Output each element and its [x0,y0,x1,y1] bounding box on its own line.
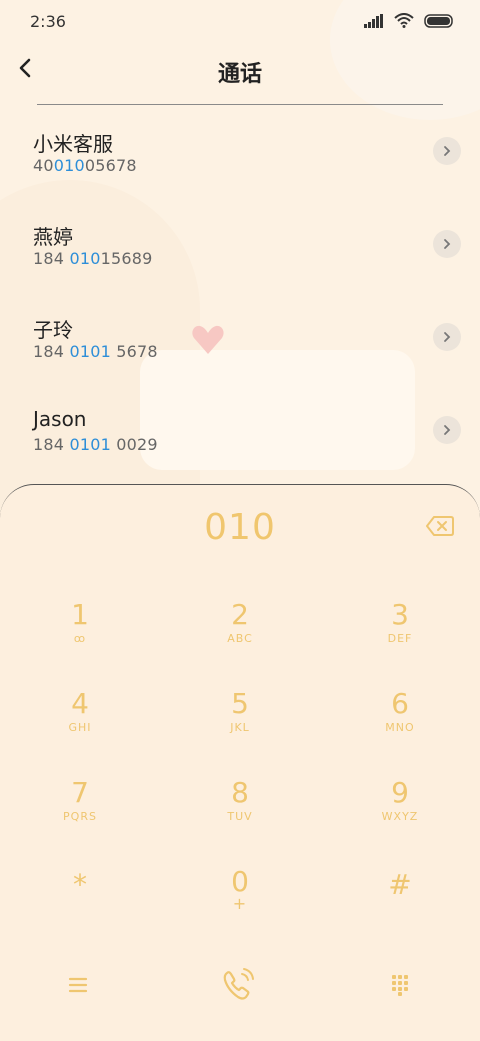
match-highlight: 0101 [69,435,111,454]
contact-detail-button[interactable] [433,323,461,351]
contact-row[interactable]: 小米客服 4001005678 [0,112,480,205]
key-1[interactable]: 1ꝏ [0,599,160,669]
call-button[interactable] [218,965,258,1005]
chevron-right-icon [444,332,451,342]
contact-list: 小米客服 4001005678 燕婷 184 01015689 子玲 184 0… [0,112,480,484]
contact-row[interactable]: Jason 184 0101 0029 [0,391,480,484]
header: 通话 [0,46,480,96]
contact-number: 184 0101 5678 [33,342,158,361]
key-star[interactable]: * [0,869,160,939]
page-title: 通话 [217,62,262,87]
contact-number: 184 01015689 [33,249,153,268]
contact-name: Jason [33,407,87,431]
contact-name: 燕婷 [33,225,73,249]
chevron-right-icon [444,239,451,249]
chevron-right-icon [444,146,451,156]
contact-name: 小米客服 [33,132,113,156]
keypad-toggle-button[interactable] [380,965,420,1005]
match-highlight: 0101 [69,342,111,361]
voicemail-icon: ꝏ [73,632,87,645]
key-9[interactable]: 9 WXYZ [320,777,480,847]
match-highlight: 010 [53,156,85,175]
chevron-right-icon [444,425,451,435]
contact-detail-button[interactable] [433,137,461,165]
call-icon [223,968,254,1000]
dial-panel: 010 1ꝏ 2 ABC 3 DEF 4 GHI 5 JKL 6 MNO 7 PQRS 8T… [0,484,480,1041]
wifi-icon [394,13,414,28]
key-4[interactable]: 4 GHI [0,688,160,758]
menu-button[interactable] [58,965,98,1005]
key-8[interactable]: 8 TUV [160,777,320,847]
key-5[interactable]: 5 JKL [160,688,320,758]
key-hash[interactable]: # [320,869,480,939]
status-time: 2:36 [30,12,66,31]
key-6[interactable]: 6 MNO [320,688,480,758]
menu-icon [68,977,88,993]
header-divider [37,104,443,105]
signal-icon [364,13,383,28]
contact-name: 子玲 [33,318,73,342]
contact-number: 4001005678 [33,156,137,175]
status-bar: 2:36 [0,0,480,40]
battery-icon [424,13,453,28]
bottom-action-bar [0,965,480,1025]
key-7[interactable]: 7 PQRS [0,777,160,847]
key-2[interactable]: 2 ABC [160,599,320,669]
contact-row[interactable]: 子玲 184 0101 5678 [0,298,480,391]
match-highlight: 010 [69,249,101,268]
backspace-icon[interactable] [426,515,454,537]
contact-row[interactable]: 燕婷 184 01015689 [0,205,480,298]
key-3[interactable]: 3 DEF [320,599,480,669]
contact-detail-button[interactable] [433,416,461,444]
contact-detail-button[interactable] [433,230,461,258]
keypad-icon [392,975,408,996]
key-0[interactable]: 0 + [160,866,320,936]
status-icons [364,13,454,28]
contact-number: 184 0101 0029 [33,435,158,454]
dial-input[interactable]: 010 [0,507,480,548]
